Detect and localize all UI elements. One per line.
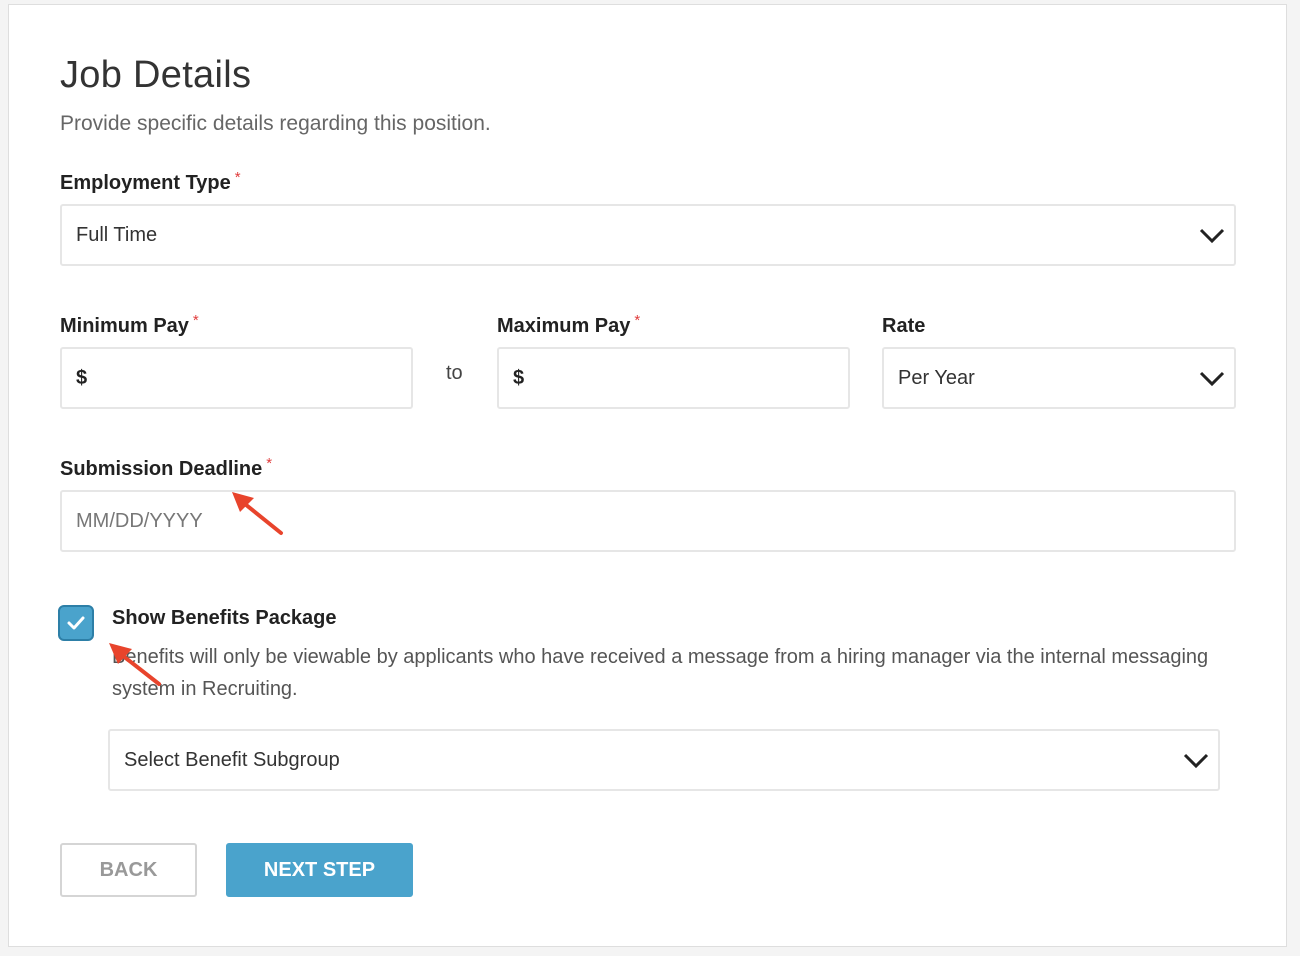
red-arrow-icon — [109, 643, 161, 686]
chevron-down-icon — [1199, 228, 1225, 244]
employment-type-value: Full Time — [76, 223, 158, 246]
show-benefits-checkbox[interactable] — [58, 605, 94, 641]
show-benefits-label[interactable]: Show Benefits Package — [112, 607, 337, 630]
maximum-pay-label: Maximum Pay * — [497, 312, 641, 338]
page-subtitle: Provide specific details regarding this … — [60, 112, 491, 135]
employment-type-label: Employment Type * — [60, 169, 241, 195]
minimum-pay-input[interactable]: $ — [60, 347, 413, 409]
required-asterisk: * — [234, 169, 241, 186]
back-button[interactable]: BACK — [60, 843, 197, 897]
rate-label-text: Rate — [882, 315, 926, 337]
required-asterisk: * — [266, 455, 273, 472]
chevron-down-icon — [1183, 753, 1209, 769]
chevron-down-icon — [1199, 371, 1225, 387]
minimum-pay-label-text: Minimum Pay — [60, 315, 189, 337]
maximum-pay-label-text: Maximum Pay — [497, 315, 631, 337]
employment-type-select[interactable]: Full Time — [60, 204, 1236, 266]
required-asterisk: * — [192, 312, 199, 329]
benefits-description: Benefits will only be viewable by applic… — [112, 646, 1209, 700]
dollar-prefix: $ — [513, 366, 525, 389]
benefit-subgroup-select[interactable]: Select Benefit Subgroup — [108, 729, 1220, 791]
submission-deadline-label: Submission Deadline * — [60, 455, 273, 481]
page-title: Job Details — [60, 54, 252, 96]
dollar-prefix: $ — [76, 366, 88, 389]
maximum-pay-input[interactable]: $ — [497, 347, 850, 409]
employment-type-label-text: Employment Type — [60, 172, 231, 194]
rate-select[interactable]: Per Year — [882, 347, 1236, 409]
checkmark-icon — [67, 616, 85, 630]
submission-deadline-label-text: Submission Deadline — [60, 458, 263, 480]
red-arrow-icon — [232, 492, 283, 535]
rate-label: Rate — [882, 315, 925, 338]
rate-value: Per Year — [898, 366, 975, 389]
benefit-subgroup-value: Select Benefit Subgroup — [124, 748, 340, 771]
pay-range-separator: to — [446, 362, 463, 384]
minimum-pay-label: Minimum Pay * — [60, 312, 199, 338]
required-asterisk: * — [634, 312, 641, 329]
next-step-button[interactable]: NEXT STEP — [226, 843, 413, 897]
